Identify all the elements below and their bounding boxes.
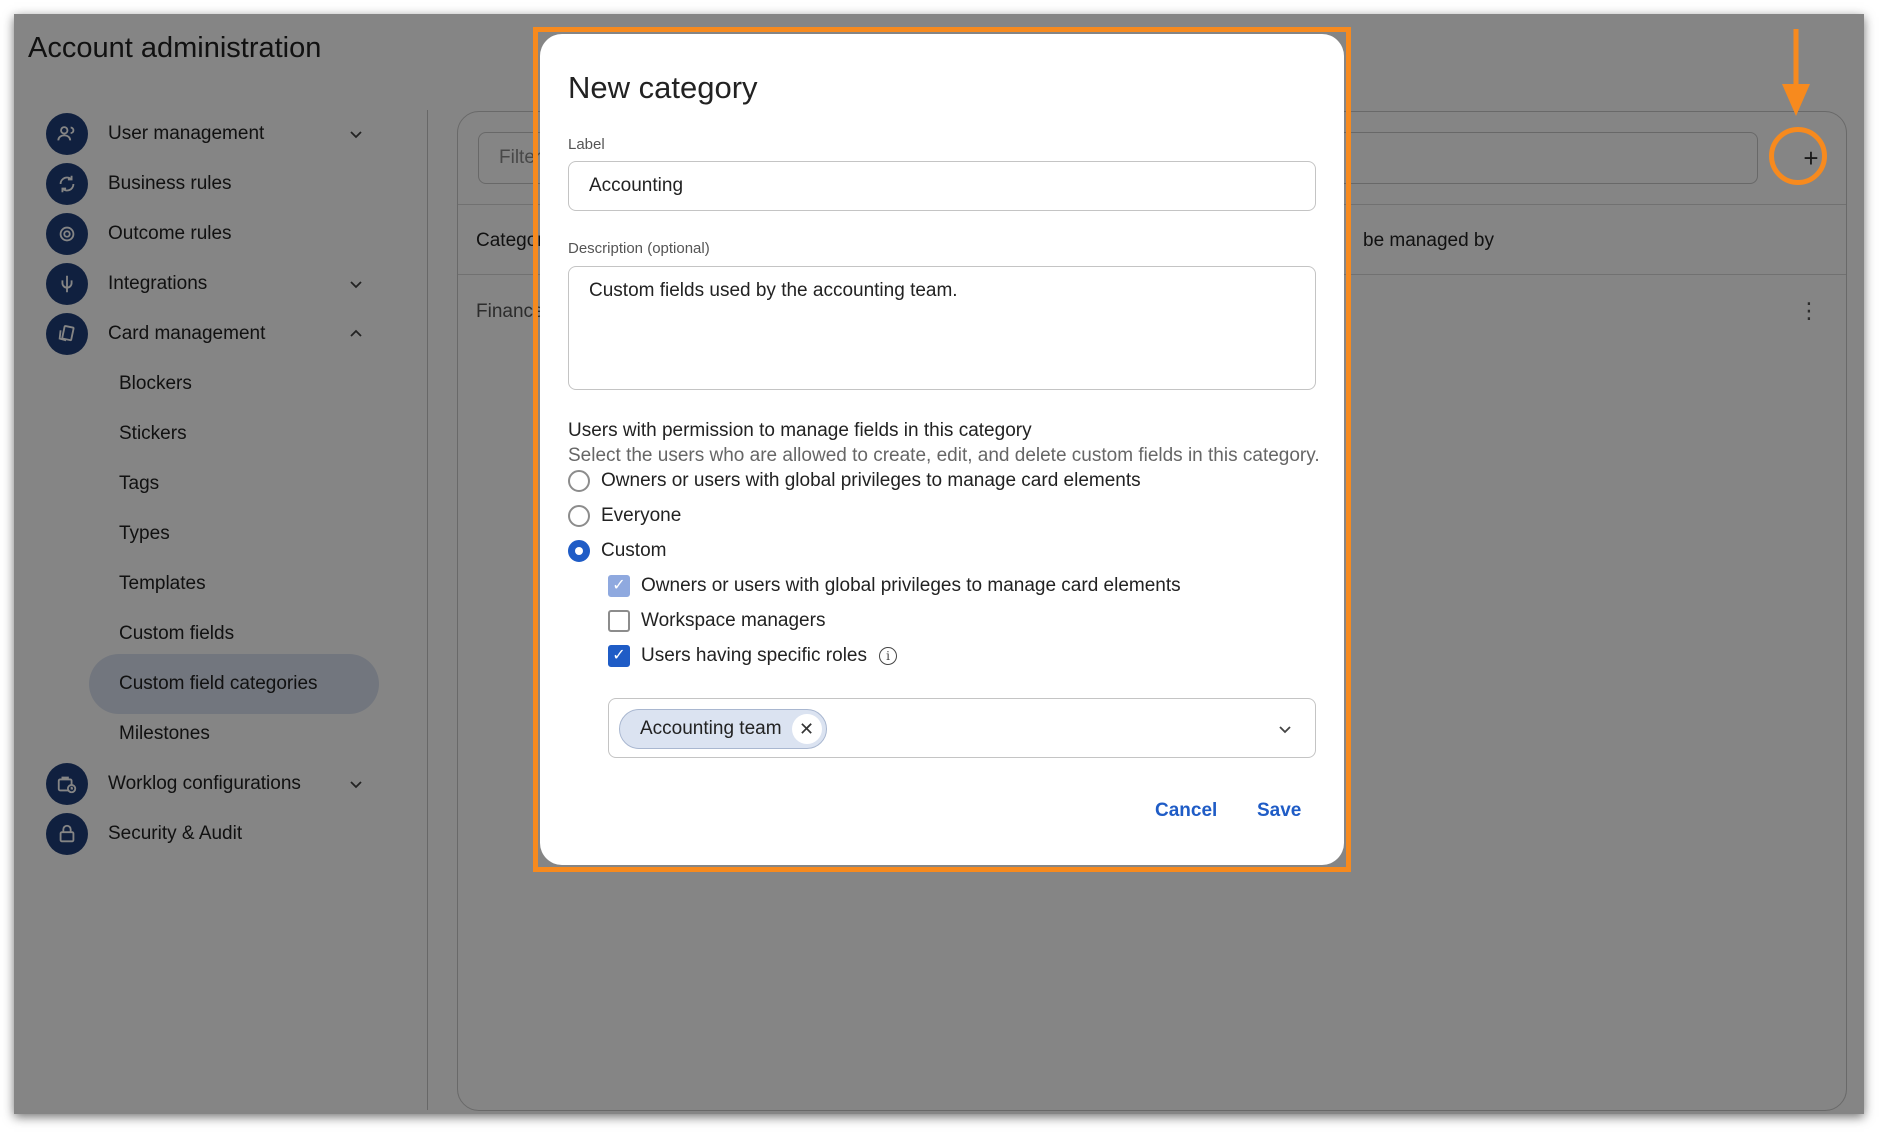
radio-label: Custom xyxy=(601,540,667,561)
checkbox-workspace-managers[interactable]: Workspace managers xyxy=(608,610,825,632)
checkbox[interactable] xyxy=(608,610,630,632)
checkmark-icon[interactable]: ✓ xyxy=(608,575,630,597)
checkbox-label: Users having specific roles xyxy=(641,645,867,666)
new-category-dialog: New category Label Accounting Descriptio… xyxy=(540,34,1344,865)
role-chip: Accounting team ✕ xyxy=(619,709,827,749)
chevron-down-icon[interactable] xyxy=(1275,719,1295,739)
close-icon[interactable]: ✕ xyxy=(791,714,822,744)
annotation-arrow-icon xyxy=(1782,29,1810,116)
radio-custom[interactable]: Custom xyxy=(568,540,666,562)
checkbox-label: Owners or users with global privileges t… xyxy=(641,575,1181,596)
radio-button[interactable] xyxy=(568,505,590,527)
annotation-circle xyxy=(1769,127,1827,185)
checkbox-owners-global[interactable]: ✓ Owners or users with global privileges… xyxy=(608,575,1181,597)
checkbox-label: Workspace managers xyxy=(641,610,826,631)
roles-select[interactable]: Accounting team ✕ xyxy=(608,698,1316,758)
radio-label: Owners or users with global privileges t… xyxy=(601,470,1141,491)
checkmark-icon[interactable]: ✓ xyxy=(608,645,630,667)
radio-button[interactable] xyxy=(568,470,590,492)
permissions-subtitle: Select the users who are allowed to crea… xyxy=(568,445,1320,466)
radio-button-selected[interactable] xyxy=(568,540,590,562)
info-icon[interactable]: i xyxy=(878,647,897,665)
radio-everyone[interactable]: Everyone xyxy=(568,505,681,527)
label-input[interactable]: Accounting xyxy=(568,161,1316,211)
radio-owners-global[interactable]: Owners or users with global privileges t… xyxy=(568,470,1141,492)
label-field-label: Label xyxy=(568,136,605,153)
radio-label: Everyone xyxy=(601,505,682,526)
checkbox-specific-roles[interactable]: ✓ Users having specific roles i xyxy=(608,645,897,667)
cancel-button[interactable]: Cancel xyxy=(1155,800,1217,822)
save-button[interactable]: Save xyxy=(1257,800,1301,822)
permissions-title: Users with permission to manage fields i… xyxy=(568,420,1032,441)
role-chip-label: Accounting team xyxy=(640,718,782,739)
description-textarea[interactable]: Custom fields used by the accounting tea… xyxy=(568,266,1316,390)
description-field-label: Description (optional) xyxy=(568,240,710,257)
screenshot-frame: Account administration User management B… xyxy=(14,14,1864,1114)
dialog-title: New category xyxy=(568,70,758,105)
